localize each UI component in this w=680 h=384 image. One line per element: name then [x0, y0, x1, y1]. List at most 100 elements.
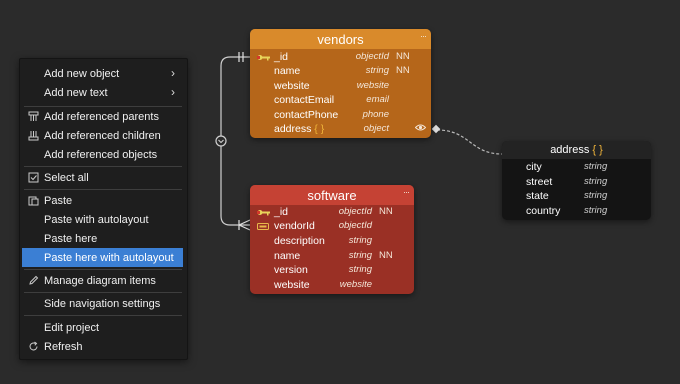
field-type: phone [362, 109, 389, 120]
menu-item-select-all[interactable]: Select all [22, 168, 183, 187]
menu-item-label: Paste here with autolayout [44, 251, 174, 264]
field-type: string [584, 205, 608, 216]
field-name: name [274, 65, 301, 77]
field-row[interactable]: name string NN [250, 64, 431, 79]
entity-header[interactable]: vendors ··· [250, 29, 431, 49]
field-type: string [348, 264, 372, 275]
entity-software[interactable]: software ··· _id objectId NN vendorId ob… [250, 185, 414, 294]
menu-item-label: Add referenced children [44, 129, 161, 142]
field-name: vendorId [274, 220, 315, 232]
entity-header[interactable]: address { } [502, 141, 651, 159]
crowfoot-lower [238, 224, 251, 231]
field-type: string [365, 65, 389, 76]
field-name: contactPhone [274, 109, 339, 121]
field-type: string [584, 190, 608, 201]
context-menu: Add new object › Add new text › Add refe… [19, 58, 188, 360]
diagram-canvas[interactable]: Add new object › Add new text › Add refe… [0, 0, 680, 384]
field-row[interactable]: website website [250, 278, 414, 293]
field-row[interactable]: website website [250, 79, 431, 94]
refresh-icon [28, 341, 39, 352]
menu-item-label: Refresh [44, 340, 83, 353]
field-type: objectId [338, 220, 372, 231]
children-icon [28, 130, 39, 141]
field-name: address { } [274, 123, 325, 135]
entity-vendors[interactable]: vendors ··· _id objectId NN name string … [250, 29, 431, 138]
field-name: website [274, 80, 310, 92]
menu-item-refresh[interactable]: Refresh [22, 337, 183, 356]
menu-item-paste-with-autolayout[interactable]: Paste with autolayout [22, 210, 183, 229]
field-type: string [584, 161, 608, 172]
menu-item-label: Edit project [44, 321, 100, 334]
menu-item-add-new-object[interactable]: Add new object › [22, 64, 183, 83]
field-name: name [274, 250, 301, 262]
field-row[interactable]: state string [502, 189, 651, 204]
field-type: objectId [338, 206, 372, 217]
field-row[interactable]: address { } object [250, 122, 431, 137]
field-row[interactable]: contactEmail email [250, 93, 431, 108]
field-row[interactable]: contactPhone phone [250, 108, 431, 123]
field-not-null: NN [396, 51, 410, 62]
more-options-icon[interactable]: ··· [420, 31, 427, 41]
foreign-key-icon [257, 223, 269, 230]
menu-item-label: Add referenced parents [44, 110, 159, 123]
menu-item-label: Manage diagram items [44, 274, 156, 287]
field-type: object [363, 123, 389, 134]
menu-item-label: Side navigation settings [44, 297, 161, 310]
object-brace-icon: { } [314, 123, 325, 135]
field-name: website [274, 279, 310, 291]
field-row[interactable]: city string [502, 160, 651, 175]
menu-item-label: Add referenced objects [44, 148, 158, 161]
menu-item-paste-here-with-autolayout[interactable]: Paste here with autolayout [22, 248, 183, 267]
eye-icon[interactable] [414, 122, 427, 136]
chevron-right-icon: › [171, 66, 175, 80]
menu-item-label: Add new object [44, 67, 120, 80]
menu-item-paste[interactable]: Paste [22, 191, 183, 210]
menu-item-add-referenced-objects[interactable]: Add referenced objects [22, 145, 183, 164]
menu-item-paste-here[interactable]: Paste here [22, 229, 183, 248]
field-row[interactable]: vendorId objectId [250, 219, 414, 234]
field-row[interactable]: street string [502, 175, 651, 190]
field-type: objectId [355, 51, 389, 62]
checkbox-icon [28, 172, 39, 183]
field-row[interactable]: country string [502, 204, 651, 219]
menu-item-side-navigation-settings[interactable]: Side navigation settings [22, 294, 183, 313]
menu-item-edit-project[interactable]: Edit project [22, 318, 183, 337]
menu-item-add-new-text[interactable]: Add new text › [22, 83, 183, 102]
parents-icon [28, 111, 39, 122]
entity-address[interactable]: address { } city string street string st… [502, 141, 651, 220]
field-type: website [356, 80, 389, 91]
field-name: description [274, 235, 325, 247]
field-row[interactable]: version string [250, 263, 414, 278]
field-row[interactable]: name string NN [250, 249, 414, 264]
field-type: website [339, 279, 372, 290]
field-name: contactEmail [274, 94, 335, 106]
field-row[interactable]: _id objectId NN [250, 50, 431, 65]
entity-title: vendors [317, 31, 364, 47]
field-not-null: NN [379, 250, 393, 261]
address-embed-link[interactable] [436, 129, 503, 155]
field-row[interactable]: _id objectId NN [250, 205, 414, 220]
field-row[interactable]: description string [250, 234, 414, 249]
menu-item-add-referenced-parents[interactable]: Add referenced parents [22, 107, 183, 126]
field-name: state [526, 190, 549, 202]
primary-key-icon [257, 55, 270, 61]
menu-item-label: Add new text [44, 86, 108, 99]
chevron-right-icon: › [171, 85, 175, 99]
menu-item-add-referenced-children[interactable]: Add referenced children [22, 126, 183, 145]
field-name: country [526, 205, 561, 217]
more-options-icon[interactable]: ··· [403, 187, 410, 197]
vendors-software-link[interactable] [220, 56, 250, 226]
pencil-icon [28, 275, 39, 286]
menu-separator [24, 292, 182, 293]
menu-separator [24, 166, 182, 167]
menu-item-manage-diagram-items[interactable]: Manage diagram items [22, 271, 183, 290]
menu-item-label: Paste [44, 194, 73, 207]
object-brace-icon: { } [592, 144, 603, 156]
field-name: street [526, 176, 553, 188]
entity-header[interactable]: software ··· [250, 185, 414, 205]
embed-diamond [431, 124, 441, 134]
field-name: _id [274, 51, 289, 63]
collapse-toggle-icon[interactable] [215, 135, 227, 147]
field-not-null: NN [379, 206, 393, 217]
menu-separator [24, 189, 182, 190]
